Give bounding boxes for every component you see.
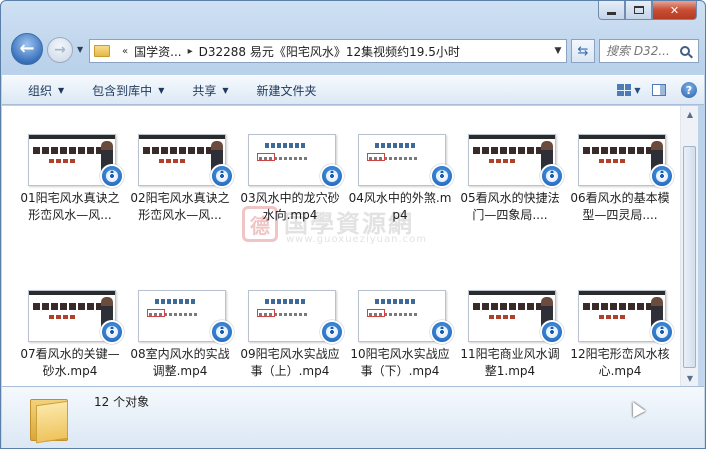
item-count: 12 个对象 [94,395,150,409]
navigation-bar: ← → ▼ « 国学资... ▸ D32288 易元《阳宅风水》12集视频约19… [9,32,699,66]
video-player-icon [320,320,344,344]
change-view-button[interactable]: ▼ [614,79,644,101]
file-name: 07看风水的关键—砂水.mp4 [20,347,120,378]
command-bar: 组织 ▼ 包含到库中 ▼ 共享 ▼ 新建文件夹 ▼ ? [2,75,704,105]
file-item[interactable]: 05看风水的快捷法门—四象局.... [458,134,564,244]
scroll-down-icon[interactable]: ▼ [682,370,698,386]
file-list: 德 国學資源網 www.guoxueziyuan.com 01阳宅风水真诀之形峦… [2,106,680,386]
vertical-scrollbar[interactable]: ▲ ▼ [680,106,698,386]
video-player-icon [210,164,234,188]
maximize-icon [633,6,644,14]
scrollbar-thumb[interactable] [683,146,696,368]
file-name: 09阳宅风水实战应事（上）.mp4 [240,347,340,378]
mouse-cursor-icon [626,398,646,418]
close-button[interactable]: ✕ [652,1,697,20]
breadcrumb-current[interactable]: D32288 易元《阳宅风水》12集视频约19.5小时 [199,43,460,60]
file-item[interactable]: 03风水中的龙穴砂水向.mp4 [238,134,344,244]
breadcrumb-item[interactable]: 国学资... [134,43,181,60]
refresh-icon: ⇆ [577,43,589,59]
file-name: 10阳宅风水实战应事（下）.mp4 [350,347,450,378]
file-name: 05看风水的快捷法门—四象局.... [460,191,560,222]
include-library-menu[interactable]: 包含到库中 ▼ [78,79,178,101]
search-input[interactable] [600,44,678,58]
maximize-button[interactable] [625,1,652,20]
file-item[interactable]: 08室内风水的实战调整.mp4 [128,290,234,400]
minimize-icon [607,11,616,15]
forward-arrow-icon: → [54,42,66,58]
search-box [599,39,699,63]
file-item[interactable]: 02阳宅风水真诀之形峦风水—风... [128,134,234,244]
address-bar[interactable]: « 国学资... ▸ D32288 易元《阳宅风水》12集视频约19.5小时 ▼ [89,39,567,63]
new-folder-button[interactable]: 新建文件夹 [243,79,331,101]
file-name: 11阳宅商业风水调整1.mp4 [460,347,560,378]
chevron-down-icon: ▼ [222,85,229,95]
file-item[interactable]: 01阳宅风水真诀之形峦风水—风... [18,134,124,244]
preview-pane-icon [652,84,666,96]
organize-label: 组织 [28,83,53,98]
new-folder-label: 新建文件夹 [256,83,317,98]
video-player-icon [100,164,124,188]
address-dropdown-icon[interactable]: ▼ [550,46,566,56]
minimize-button[interactable] [598,1,625,20]
close-icon: ✕ [669,3,680,17]
file-item[interactable]: 07看风水的关键—砂水.mp4 [18,290,124,400]
file-item[interactable]: 06看风水的基本模型—四灵局.... [568,134,674,244]
share-label: 共享 [192,83,217,98]
video-player-icon [320,164,344,188]
search-icon[interactable] [680,46,690,56]
chevron-down-icon: ▼ [158,85,165,95]
file-name: 04风水中的外煞.mp4 [348,191,452,222]
help-button[interactable]: ? [674,79,704,101]
video-player-icon [210,320,234,344]
file-item[interactable]: 10阳宅风水实战应事（下）.mp4 [348,290,454,400]
breadcrumb-overflow-icon[interactable]: « [116,46,134,57]
video-player-icon [100,320,124,344]
details-pane: 12 个对象 [2,386,704,448]
file-name: 08室内风水的实战调整.mp4 [130,347,230,378]
file-name: 02阳宅风水真诀之形峦风水—风... [130,191,230,222]
file-item[interactable]: 12阳宅形峦风水核心.mp4 [568,290,674,400]
view-icon [617,84,632,96]
chevron-down-icon: ▼ [58,85,65,95]
chevron-down-icon: ▼ [634,85,641,95]
forward-button[interactable]: → [47,37,73,63]
video-player-icon [540,320,564,344]
file-item[interactable]: 11阳宅商业风水调整1.mp4 [458,290,564,400]
video-player-icon [650,164,674,188]
refresh-button[interactable]: ⇆ [571,39,595,63]
file-item[interactable]: 09阳宅风水实战应事（上）.mp4 [238,290,344,400]
scroll-up-icon[interactable]: ▲ [682,106,698,122]
include-library-label: 包含到库中 [92,83,153,98]
folder-icon [30,395,70,444]
video-player-icon [650,320,674,344]
video-player-icon [430,164,454,188]
back-button[interactable]: ← [11,33,43,65]
file-item[interactable]: 04风水中的外煞.mp4 [348,134,454,244]
file-name: 06看风水的基本模型—四灵局.... [570,191,670,222]
caption-buttons: ✕ [598,1,697,21]
video-player-icon [540,164,564,188]
file-name: 12阳宅形峦风水核心.mp4 [570,347,670,378]
organize-menu[interactable]: 组织 ▼ [14,79,78,101]
help-icon: ? [681,82,697,98]
file-name: 03风水中的龙穴砂水向.mp4 [240,191,340,222]
breadcrumb-separator-icon[interactable]: ▸ [182,46,199,57]
share-menu[interactable]: 共享 ▼ [178,79,242,101]
preview-pane-button[interactable] [644,79,674,101]
video-player-icon [430,320,454,344]
back-arrow-icon: ← [19,38,35,59]
explorer-window: ✕ ← → ▼ « 国学资... ▸ D32288 易元《阳宅风水》12集视频约… [0,0,706,449]
file-name: 01阳宅风水真诀之形峦风水—风... [20,191,120,222]
toolbar-right: ▼ ? [614,79,704,101]
folder-icon [94,45,110,57]
history-dropdown-icon[interactable]: ▼ [77,45,83,54]
